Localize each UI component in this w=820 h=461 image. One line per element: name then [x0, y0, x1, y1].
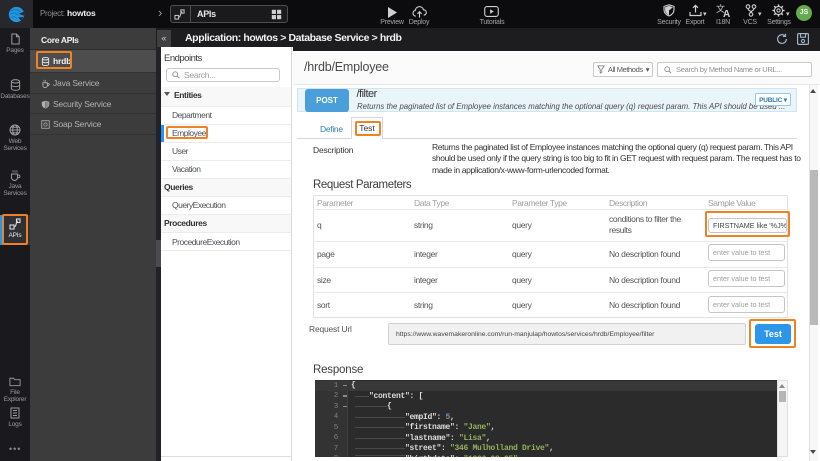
- svg-text:A: A: [723, 9, 730, 18]
